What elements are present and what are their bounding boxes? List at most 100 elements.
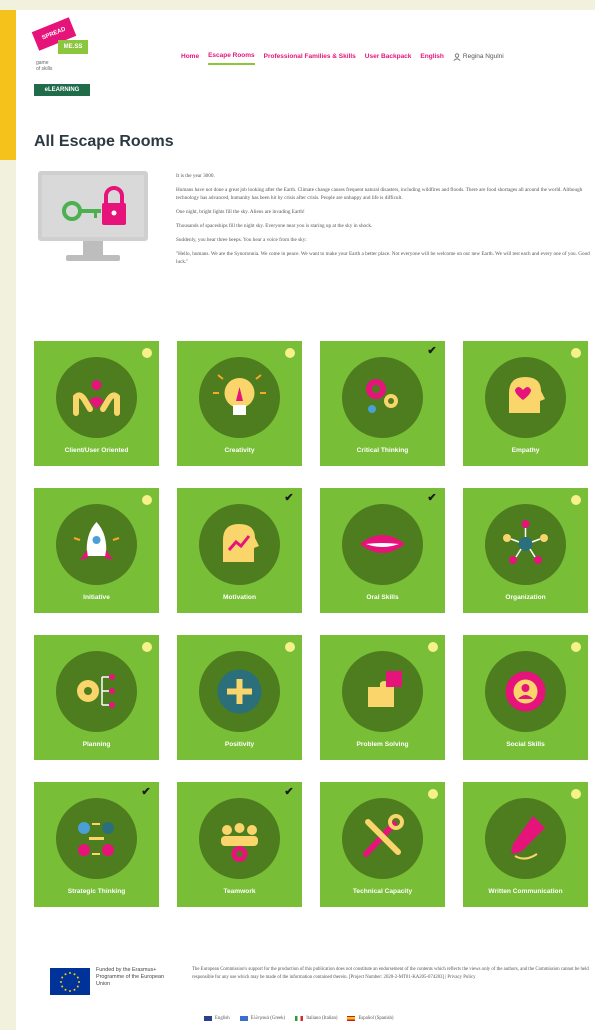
- funded-by-text: Funded by the Erasmus+ Programme of the …: [96, 967, 165, 987]
- status-dot-icon: [428, 642, 438, 652]
- escape-room-label: Written Communication: [488, 888, 563, 895]
- main-nav: Home Escape Rooms Professional Families …: [181, 52, 504, 65]
- escape-room-card[interactable]: Technical Capacity: [320, 782, 445, 907]
- lang-greek[interactable]: Ελληνικά (Greek): [239, 1016, 285, 1021]
- escape-room-card[interactable]: Initiative: [34, 488, 159, 613]
- lang-italian[interactable]: Italiano (Italian): [295, 1016, 337, 1021]
- lang-spanish[interactable]: Español (Spanish): [347, 1016, 394, 1021]
- escape-room-label: Motivation: [223, 594, 256, 601]
- escape-room-label: Oral Skills: [366, 594, 399, 601]
- escape-room-label: Organization: [505, 594, 546, 601]
- escape-room-card[interactable]: ✔ Motivation: [177, 488, 302, 613]
- escape-room-card[interactable]: Problem Solving: [320, 635, 445, 760]
- logo-subtitle: game of skills: [36, 60, 53, 72]
- social-gear-icon: [505, 671, 546, 712]
- tools-icon: [363, 814, 404, 857]
- intro-paragraph: It is the year 3000.: [176, 173, 215, 179]
- status-dot-icon: [142, 495, 152, 505]
- escape-room-label: Creativity: [224, 447, 255, 454]
- escape-room-label: Problem Solving: [356, 741, 409, 748]
- intro-paragraph: One night, bright lights fill the sky. A…: [176, 209, 305, 215]
- spanish-flag-icon: [347, 1016, 356, 1021]
- decorative-strip: [0, 10, 16, 160]
- nav-language[interactable]: English: [420, 53, 443, 64]
- greek-flag-icon: [239, 1016, 248, 1021]
- monitor-illustration: [38, 171, 148, 271]
- lang-english[interactable]: English: [204, 1016, 230, 1021]
- escape-room-card[interactable]: Written Communication: [463, 782, 588, 907]
- strategy-icon: [78, 822, 114, 856]
- status-dot-icon: [571, 789, 581, 799]
- logo-elearning: eLEARNING: [34, 84, 90, 96]
- escape-room-card[interactable]: ✔ Oral Skills: [320, 488, 445, 613]
- head-heart-icon: [509, 377, 545, 413]
- escape-room-card[interactable]: Planning: [34, 635, 159, 760]
- intro-paragraph: Thousands of spaceships fill the night s…: [176, 223, 373, 229]
- completed-check-icon: ✔: [284, 492, 294, 504]
- escape-room-label: Positivity: [224, 741, 255, 748]
- escape-room-label: Initiative: [83, 594, 110, 601]
- status-dot-icon: [285, 348, 295, 358]
- frame-top: [0, 0, 595, 10]
- escape-room-card[interactable]: Empathy: [463, 341, 588, 466]
- escape-room-label: Social Skills: [506, 741, 545, 748]
- monitor-stand: [83, 241, 103, 255]
- completed-check-icon: ✔: [427, 345, 437, 357]
- italian-flag-icon: [295, 1016, 304, 1021]
- status-dot-icon: [142, 642, 152, 652]
- escape-room-label: Critical Thinking: [356, 447, 409, 454]
- language-switcher: English Ελληνικά (Greek) Italiano (Itali…: [204, 1016, 394, 1021]
- lightbulb-icon: [213, 374, 266, 415]
- status-dot-icon: [571, 495, 581, 505]
- puzzle-icon: [368, 671, 402, 707]
- monitor-screen: [38, 171, 148, 241]
- page-title: All Escape Rooms: [34, 133, 174, 150]
- monitor-base: [66, 255, 120, 261]
- escape-room-card[interactable]: Positivity: [177, 635, 302, 760]
- completed-check-icon: ✔: [284, 786, 294, 798]
- intro-paragraph: Suddenly, you hear three beeps. You hear…: [176, 237, 307, 243]
- network-icon: [503, 520, 548, 564]
- escape-room-card[interactable]: ✔ Critical Thinking: [320, 341, 445, 466]
- user-name: Regina Ngulni: [462, 53, 504, 60]
- completed-check-icon: ✔: [427, 492, 437, 504]
- status-dot-icon: [571, 642, 581, 652]
- escape-room-label: Strategic Thinking: [67, 888, 126, 895]
- escape-room-card[interactable]: ✔ Strategic Thinking: [34, 782, 159, 907]
- page: SPREAD ME.SS game of skills eLEARNING Ho…: [16, 10, 595, 1030]
- status-dot-icon: [428, 789, 438, 799]
- head-chart-icon: [223, 524, 259, 562]
- escape-room-card[interactable]: Social Skills: [463, 635, 588, 760]
- escape-room-label: Empathy: [511, 447, 540, 454]
- lips-icon: [360, 535, 405, 553]
- intro-story: It is the year 3000. Humans have not don…: [176, 172, 591, 272]
- plus-icon: [217, 669, 262, 714]
- escape-room-label: Technical Capacity: [352, 888, 413, 895]
- disclaimer-text: The European Commission's support for th…: [192, 967, 589, 980]
- nav-escape-rooms[interactable]: Escape Rooms: [208, 52, 255, 65]
- gears-head-icon: [366, 379, 398, 413]
- completed-check-icon: ✔: [141, 786, 151, 798]
- user-icon: [453, 52, 461, 61]
- status-dot-icon: [571, 348, 581, 358]
- team-icon: [221, 823, 258, 862]
- nav-home[interactable]: Home: [181, 53, 199, 64]
- nav-professional-families[interactable]: Professional Families & Skills: [264, 53, 356, 64]
- nav-user[interactable]: Regina Ngulni: [453, 52, 504, 65]
- intro-paragraph: Humans have not done a great job looking…: [176, 187, 583, 201]
- escape-room-card[interactable]: Client/User Oriented: [34, 341, 159, 466]
- escape-room-label: Client/User Oriented: [64, 447, 129, 454]
- escape-room-label: Teamwork: [223, 888, 256, 895]
- escape-room-card[interactable]: Creativity: [177, 341, 302, 466]
- escape-room-label: Planning: [82, 741, 111, 748]
- escape-room-card[interactable]: ✔ Teamwork: [177, 782, 302, 907]
- status-dot-icon: [285, 642, 295, 652]
- escape-room-card[interactable]: Organization: [463, 488, 588, 613]
- intro-paragraph: "Hello, humans. We are the Synoronnia. W…: [176, 251, 590, 265]
- eu-flag-icon: [50, 968, 90, 995]
- nav-user-backpack[interactable]: User Backpack: [365, 53, 412, 64]
- site-logo[interactable]: SPREAD ME.SS game of skills eLEARNING: [31, 17, 92, 100]
- gear-plan-icon: [77, 674, 115, 708]
- pen-icon: [511, 816, 545, 860]
- escape-rooms-grid: Client/User Oriented Creativity ✔ Critical …: [34, 341, 594, 907]
